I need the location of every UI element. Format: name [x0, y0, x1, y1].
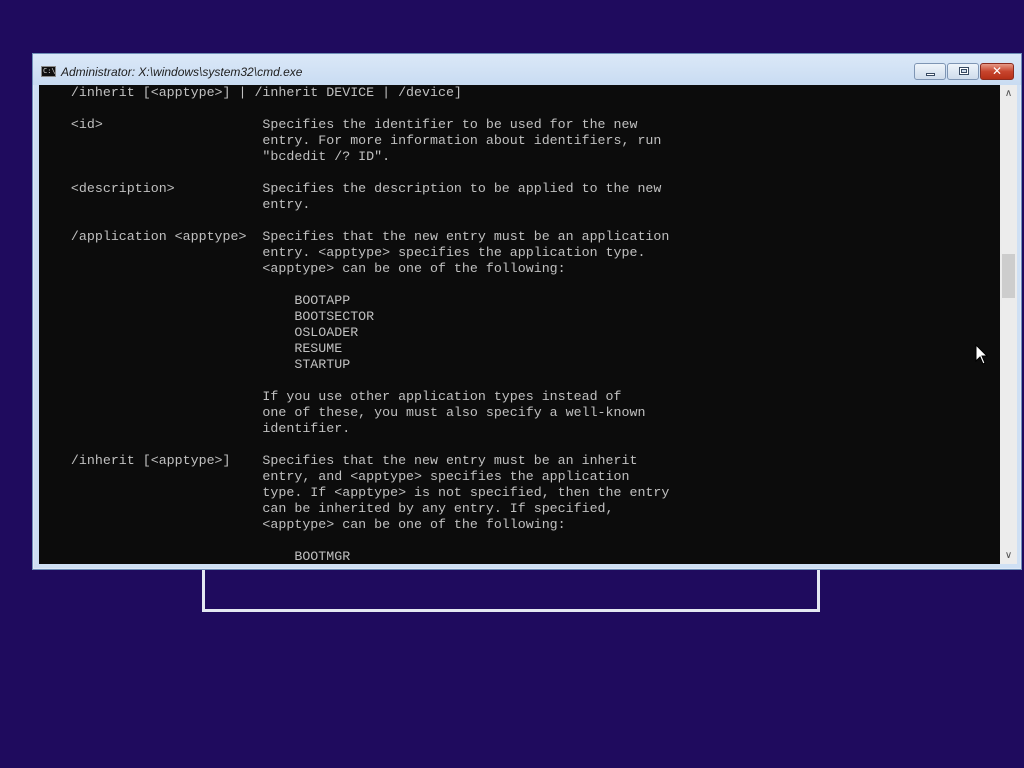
chevron-down-icon: ∨: [1004, 550, 1013, 561]
console-line: can be inherited by any entry. If specif…: [39, 501, 614, 516]
minimize-icon: [926, 73, 935, 76]
console-line: entry.: [39, 197, 311, 212]
console-line: <apptype> can be one of the following:: [39, 517, 566, 532]
scroll-thumb[interactable]: [1002, 254, 1015, 298]
console-line: /inherit [<apptype>] Specifies that the …: [39, 453, 638, 468]
console-line: RESUME: [39, 341, 343, 356]
console-line: entry. For more information about identi…: [39, 133, 662, 148]
console-line: one of these, you must also specify a we…: [39, 405, 646, 420]
title-bar[interactable]: C:\ Administrator: X:\windows\system32\c…: [33, 54, 1021, 85]
cmd-window[interactable]: C:\ Administrator: X:\windows\system32\c…: [32, 53, 1022, 570]
console-line: If you use other application types inste…: [39, 389, 622, 404]
mouse-pointer-icon: [975, 344, 989, 365]
console-line: type. If <apptype> is not specified, the…: [39, 485, 670, 500]
scroll-down-button[interactable]: ∨: [1000, 547, 1017, 564]
console-line: BOOTAPP: [39, 293, 351, 308]
console-text: /inherit [<apptype>] | /inherit DEVICE |…: [39, 85, 669, 564]
console-line: /inherit [<apptype>] | /inherit DEVICE |…: [39, 85, 462, 100]
close-button[interactable]: ✕: [980, 63, 1014, 80]
console-line: identifier.: [39, 421, 351, 436]
cmd-icon-label: C:\: [43, 67, 56, 75]
console-line: /application <apptype> Specifies that th…: [39, 229, 670, 244]
console-line: <id> Specifies the identifier to be used…: [39, 117, 638, 132]
chevron-up-icon: ∧: [1004, 88, 1013, 99]
close-icon: ✕: [991, 64, 1003, 78]
scroll-up-button[interactable]: ∧: [1000, 85, 1017, 102]
desktop-background: C:\ Administrator: X:\windows\system32\c…: [0, 0, 1024, 768]
console-line: entry. <apptype> specifies the applicati…: [39, 245, 646, 260]
console-output[interactable]: /inherit [<apptype>] | /inherit DEVICE |…: [39, 85, 1000, 564]
maximize-button[interactable]: [947, 63, 979, 80]
cmd-icon[interactable]: C:\: [41, 66, 56, 77]
console-line: <apptype> can be one of the following:: [39, 261, 566, 276]
window-title: Administrator: X:\windows\system32\cmd.e…: [61, 65, 303, 79]
console-line: "bcdedit /? ID".: [39, 149, 391, 164]
restore-icon: [959, 67, 969, 75]
console-line: <description> Specifies the description …: [39, 181, 662, 196]
vertical-scrollbar[interactable]: ∧ ∨: [1000, 85, 1017, 564]
console-line: BOOTSECTOR: [39, 309, 375, 324]
console-line: OSLOADER: [39, 325, 359, 340]
minimize-button[interactable]: [914, 63, 946, 80]
console-line: BOOTMGR: [39, 549, 351, 564]
console-line: entry, and <apptype> specifies the appli…: [39, 469, 630, 484]
console-line: STARTUP: [39, 357, 351, 372]
